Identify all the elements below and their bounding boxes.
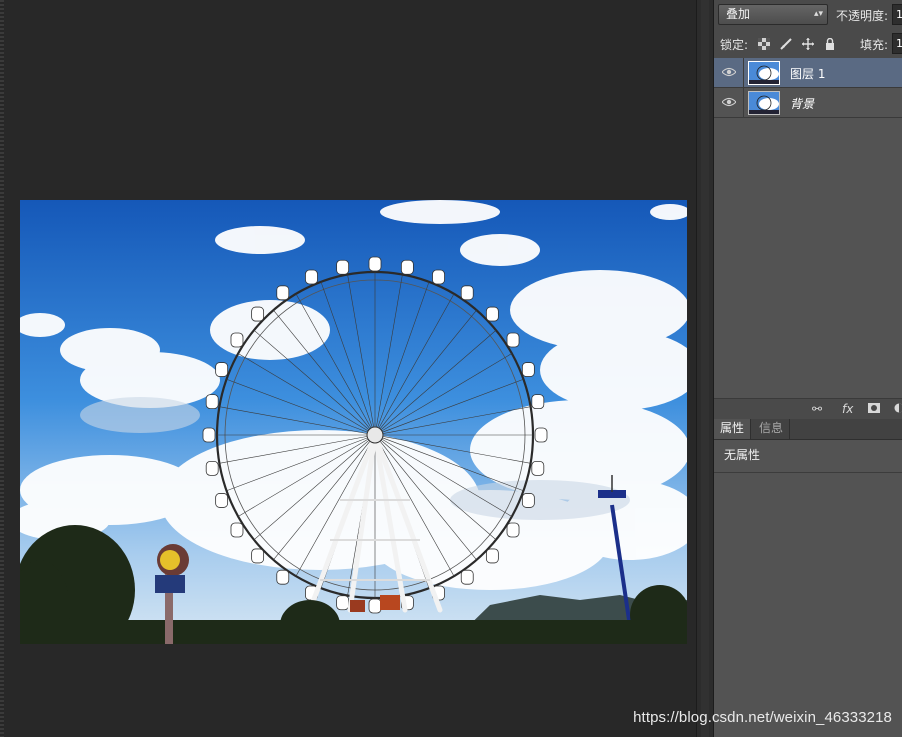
lock-position-icon[interactable] [802,38,814,50]
layer-mask-icon[interactable] [868,403,880,413]
ferris-wheel-photo [20,200,687,644]
fill-input[interactable]: 1 [892,33,902,54]
lock-all-icon[interactable] [824,38,836,50]
tab-properties[interactable]: 属性 [714,419,752,439]
blend-mode-value: 叠加 [726,7,751,21]
lock-label: 锁定: [720,38,749,52]
layer-name[interactable]: 图层 1 [790,65,825,82]
layer-thumbnail [748,91,780,115]
layers-options-bar: 叠加 ▴▾ 不透明度: 1 [714,0,902,31]
properties-empty-area [714,473,902,737]
document-workspace[interactable] [4,0,696,737]
properties-tab-bar: 属性 信息 [714,419,902,440]
panel-splitter[interactable] [696,0,714,737]
document-canvas-image[interactable] [20,200,687,644]
layer-thumbnail [748,61,780,85]
panel-splitter-track [701,0,709,737]
lock-image-pixels-icon[interactable] [780,38,792,50]
no-properties-text: 无属性 [724,448,761,462]
layer-row-layer-1[interactable]: 图层 1 [714,58,902,88]
layer-divider [743,58,744,88]
watermark-text: https://blog.csdn.net/weixin_46333218 [633,709,892,726]
opacity-input[interactable]: 1 [892,4,902,25]
layer-name[interactable]: 背景 [790,95,814,112]
fx-icon[interactable]: fx [842,402,853,416]
lock-transparent-pixels-icon[interactable] [758,38,770,50]
layers-list-empty-area [714,120,902,398]
lock-bar: 锁定: 填充: [714,30,902,59]
layers-footer-toolbar: ⚯ fx [714,398,902,420]
eye-icon[interactable] [722,67,736,77]
blend-mode-select[interactable]: 叠加 ▴▾ [718,4,828,25]
eye-icon[interactable] [722,97,736,107]
layer-divider [743,88,744,118]
adjustment-layer-icon[interactable] [894,403,902,413]
opacity-label: 不透明度: [836,9,889,23]
tab-info[interactable]: 信息 [753,419,791,439]
layers-panel: 叠加 ▴▾ 不透明度: 1 锁定: 填充: 1 图层 1 背景 ⚯ fx 属性 … [714,0,902,737]
properties-content: 无属性 [714,440,902,473]
updown-arrow-icon: ▴▾ [813,9,823,19]
fill-label: 填充: [860,38,889,52]
link-layers-icon[interactable]: ⚯ [812,402,822,416]
layer-row-background[interactable]: 背景 [714,88,902,118]
